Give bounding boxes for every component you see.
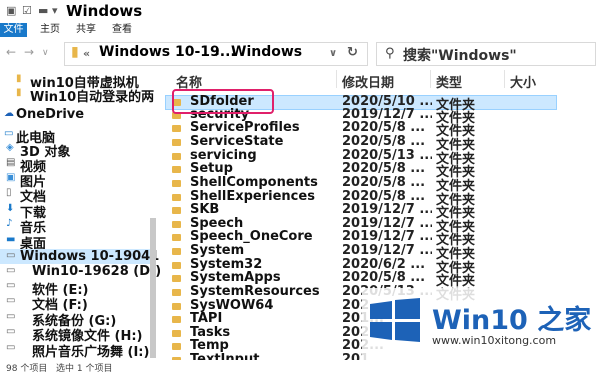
folder-icon [172,180,181,187]
properties-icon[interactable]: ☑ [22,4,32,17]
folder-icon [172,343,181,350]
column-divider[interactable] [504,70,505,88]
nav-item-desktop[interactable]: ▬ 桌面 [0,233,156,252]
nav-item-this-pc[interactable]: ▭ 此电脑 [0,127,156,146]
column-divider[interactable] [336,70,337,88]
column-header-date[interactable]: 修改日期 [342,72,394,91]
nav-item-videos[interactable]: ▤ 视频 [0,156,156,175]
folder-icon [172,125,181,132]
tab-share[interactable]: 共享 [72,23,100,37]
nav-item-3d-objects[interactable]: ◈ 3D 对象 [0,141,156,160]
watermark-url: www.win10xitong.com [432,334,557,347]
video-icon: ▤ [6,157,16,168]
column-divider[interactable] [430,70,431,88]
watermark-brand: Win10 之家 [432,305,592,336]
folder-icon [172,316,181,323]
drive-icon: ▭ [6,311,16,322]
nav-item-drive-f[interactable]: ▭ 文档 (F:) [0,294,156,313]
cube-icon: ◈ [6,142,14,153]
drive-icon: ▭ [6,295,16,306]
nav-item-drive-d[interactable]: ▭ Win10-19628 (D:) [0,264,160,279]
music-icon: ♪ [6,218,13,229]
drive-icon: ▭ [6,250,16,261]
nav-item-onedrive[interactable]: ☁ OneDrive [0,107,156,122]
tab-view[interactable]: 查看 [108,23,136,37]
forward-icon[interactable]: → [24,45,34,59]
nav-item-drive-i[interactable]: ▭ 照片音乐广场舞 (I:) [0,341,156,360]
ribbon-tabs: 文件 主页 共享 查看 [0,22,600,39]
folder-icon: ▮ [16,73,22,84]
folder-icon [172,275,181,282]
breadcrumb-windows[interactable]: Windows [231,44,302,60]
nav-item-drive-c[interactable]: ▭ Windows 10-19041 [0,249,159,264]
navigation-pane: ▮ win10自带虚拟机 ▮ Win10自动登录的两 ☁ OneDrive ▭ … [0,68,160,360]
status-bar: 98 个项目 选中 1 个项目 [0,360,600,374]
drive-icon: ▭ [6,342,16,353]
nav-item-drive-g[interactable]: ▭ 系统备份 (G:) [0,310,156,329]
nav-scrollbar[interactable] [150,218,156,358]
search-placeholder: 搜索"Windows" [403,48,517,64]
nav-item-pictures[interactable]: ▣ 图片 [0,171,156,190]
search-box[interactable]: ⚲ 搜索"Windows" [376,42,596,66]
recent-locations-icon[interactable]: ∨ [42,48,49,58]
drive-icon: ▭ [6,326,16,337]
quick-access-icon[interactable]: ▣ [6,4,16,17]
search-icon: ⚲ [385,46,395,61]
folder-icon [172,207,181,214]
nav-item-music[interactable]: ♪ 音乐 [0,217,156,236]
folder-icon [172,262,181,269]
tab-file[interactable]: 文件 [0,23,27,37]
column-header-type[interactable]: 类型 [436,72,462,91]
folder-icon [172,248,181,255]
drive-icon: ▭ [6,280,16,291]
nav-item-drive-h[interactable]: ▭ 系统镜像文件 (H:) [0,325,156,344]
tab-home[interactable]: 主页 [36,23,64,37]
computer-icon: ▭ [4,128,14,139]
nav-item-downloads[interactable]: ⬇ 下载 [0,202,156,221]
column-header-size[interactable]: 大小 [510,72,536,91]
folder-icon [172,330,181,337]
folder-icon: ▮ [71,44,79,60]
picture-icon: ▣ [6,172,16,183]
desktop-icon: ▬ [6,234,16,245]
cloud-icon: ☁ [4,108,14,119]
folder-icon [172,289,181,296]
refresh-icon[interactable]: ↻ [347,45,358,60]
nav-item-win10-vm[interactable]: ▮ win10自带虚拟机 [0,72,156,91]
windows-logo-icon [370,298,420,342]
folder-icon [172,166,181,173]
folder-icon [172,221,181,228]
new-folder-icon[interactable]: ▬ [38,4,48,17]
folder-icon [172,139,181,146]
breadcrumb-chevron-icon[interactable]: « [83,47,90,60]
selected-count: 选中 1 个项目 [56,364,113,374]
folder-icon [172,153,181,160]
drive-icon: ▭ [6,265,16,276]
document-icon: ▯ [6,187,12,198]
item-count: 98 个项目 [6,364,48,374]
window-title: Windows [66,2,143,20]
folder-icon [172,303,181,310]
nav-item-documents[interactable]: ▯ 文档 [0,186,156,205]
customize-toolbar-icon[interactable]: ▾ [52,4,58,17]
nav-item-win10-autologin[interactable]: ▮ Win10自动登录的两 [0,86,156,105]
address-dropdown-icon[interactable]: ∨ [329,48,337,59]
nav-item-drive-e[interactable]: ▭ 软件 (E:) [0,279,156,298]
breadcrumb-separator-icon[interactable]: › [215,47,220,60]
folder-icon [172,234,181,241]
back-icon[interactable]: ← [6,45,16,59]
folder-icon: ▮ [16,87,22,98]
folder-icon [172,194,181,201]
address-row: ← → ∨ ▮ « Windows 10-19... › Windows ∨ ↻… [0,38,600,68]
download-icon: ⬇ [6,203,15,214]
title-bar: ▣ ☑ ▬ ▾ Windows [0,0,600,22]
watermark: Win10 之家 www.win10xitong.com [362,288,600,360]
highlight-annotation [172,89,274,114]
address-bar[interactable]: ▮ « Windows 10-19... › Windows ∨ ↻ [64,42,368,66]
